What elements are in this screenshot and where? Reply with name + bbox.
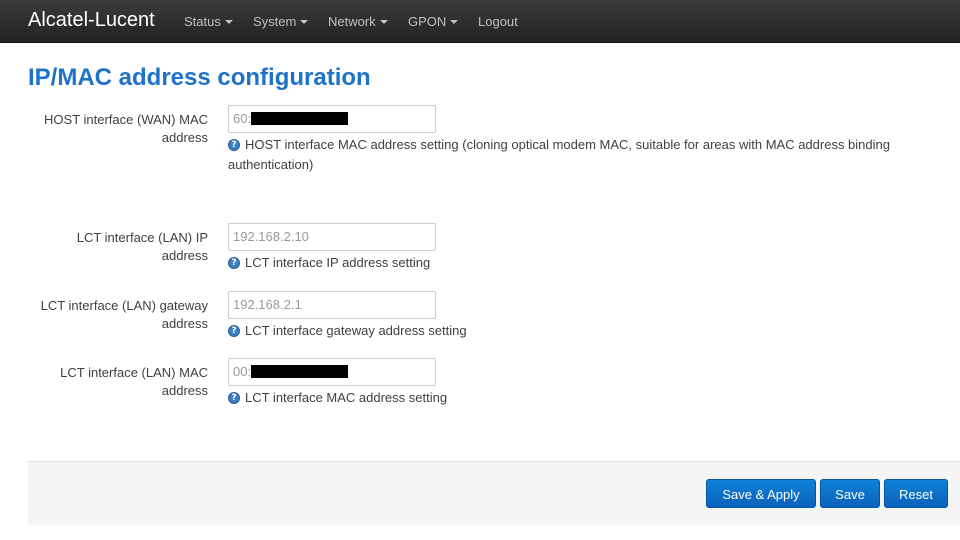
- host-mac-value-prefix: 60:: [233, 111, 252, 126]
- lct-ip-label-line1: LCT interface (LAN) IP: [76, 230, 208, 245]
- nav-system-menu[interactable]: System: [253, 14, 309, 29]
- save-button[interactable]: Save: [820, 479, 880, 508]
- nav-network-menu[interactable]: Network: [328, 14, 388, 29]
- host-mac-input[interactable]: 60:: [228, 105, 436, 133]
- lct-gateway-label: LCT interface (LAN) gateway address: [28, 297, 208, 333]
- host-mac-hint: ? HOST interface MAC address setting (clo…: [228, 135, 928, 175]
- lct-ip-hint-text: LCT interface IP address setting: [245, 255, 431, 270]
- help-icon: ?: [228, 391, 240, 404]
- lct-mac-input[interactable]: 00:: [228, 358, 436, 386]
- save-apply-button[interactable]: Save & Apply: [706, 479, 816, 508]
- lct-mac-hint: ? LCT interface MAC address setting: [228, 388, 447, 408]
- lct-gateway-label-line2: address: [161, 316, 208, 331]
- host-mac-label-line1: HOST interface (WAN) MAC: [44, 112, 208, 127]
- host-mac-hint-line2: authentication): [228, 157, 314, 172]
- chevron-down-icon: [300, 19, 309, 24]
- nav-system-label: System: [253, 14, 297, 29]
- help-icon: ?: [228, 256, 240, 269]
- help-icon: ?: [228, 324, 240, 337]
- page-title: IP/MAC address configuration: [28, 64, 371, 91]
- lct-gateway-hint: ? LCT interface gateway address setting: [228, 321, 467, 341]
- redacted-value-block: [251, 365, 349, 379]
- reset-button[interactable]: Reset: [884, 479, 948, 508]
- brand-logo[interactable]: Alcatel-Lucent: [28, 9, 155, 31]
- host-mac-label: HOST interface (WAN) MAC address: [28, 111, 208, 147]
- top-navbar: Alcatel-Lucent Status System Network GPO…: [0, 0, 960, 43]
- chevron-down-icon: [379, 19, 388, 24]
- host-mac-hint-line1: HOST interface MAC address setting (clon…: [245, 137, 890, 152]
- chevron-down-icon: [224, 19, 233, 24]
- nav-logout-link[interactable]: Logout: [478, 14, 518, 29]
- nav-status-menu[interactable]: Status: [184, 14, 233, 29]
- lct-mac-hint-text: LCT interface MAC address setting: [245, 390, 448, 405]
- nav-network-label: Network: [328, 14, 376, 29]
- lct-ip-input[interactable]: 192.168.2.10: [228, 223, 436, 251]
- help-icon: ?: [228, 138, 240, 151]
- lct-mac-label: LCT interface (LAN) MAC address: [28, 364, 208, 400]
- lct-gateway-hint-text: LCT interface gateway address setting: [245, 323, 467, 338]
- lct-mac-label-line1: LCT interface (LAN) MAC: [60, 365, 208, 380]
- host-mac-label-line2: address: [161, 130, 208, 145]
- nav-gpon-menu[interactable]: GPON: [408, 14, 459, 29]
- lct-mac-value-prefix: 00:: [233, 364, 252, 379]
- lct-ip-label: LCT interface (LAN) IP address: [28, 229, 208, 265]
- lct-mac-label-line2: address: [161, 383, 208, 398]
- lct-ip-hint: ? LCT interface IP address setting: [228, 253, 430, 273]
- nav-gpon-label: GPON: [408, 14, 447, 29]
- lct-ip-label-line2: address: [161, 248, 208, 263]
- lct-gateway-label-line1: LCT interface (LAN) gateway: [40, 298, 208, 313]
- chevron-down-icon: [450, 19, 459, 24]
- redacted-value-block: [251, 112, 349, 126]
- lct-gateway-input[interactable]: 192.168.2.1: [228, 291, 436, 319]
- nav-status-label: Status: [184, 14, 221, 29]
